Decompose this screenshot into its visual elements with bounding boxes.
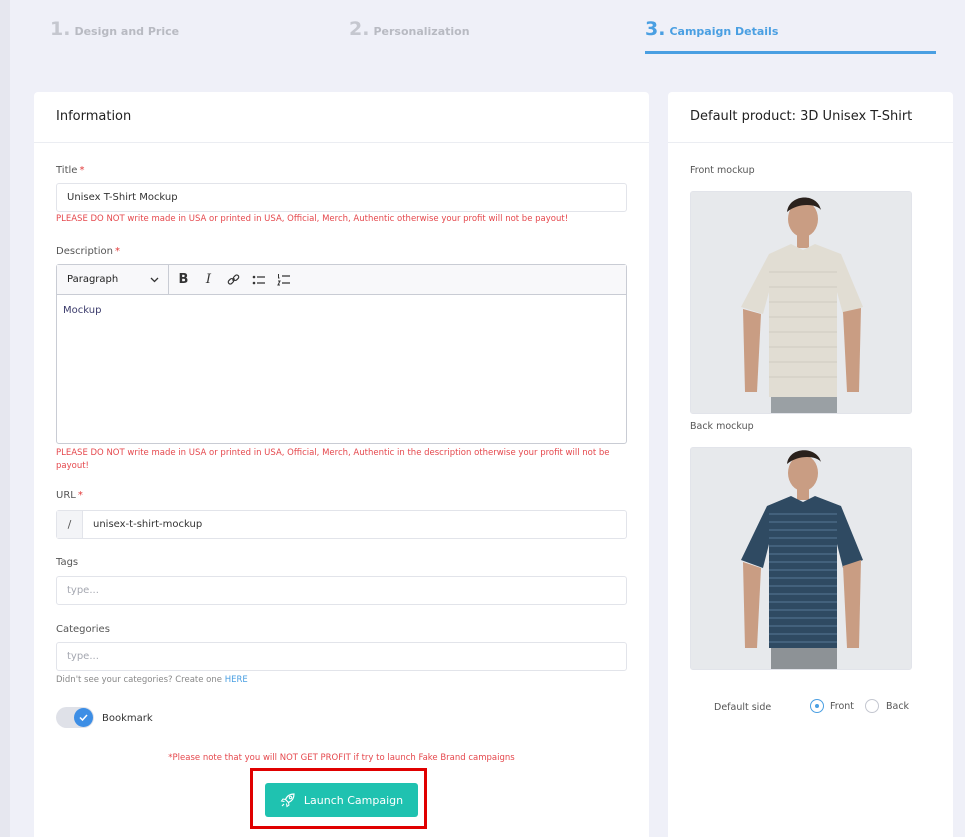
back-mockup-image[interactable] (690, 447, 912, 670)
launch-campaign-label: Launch Campaign (303, 793, 404, 807)
rocket-icon (280, 793, 295, 808)
information-header: Information (34, 92, 649, 143)
url-field: / unisex-t-shirt-mockup (56, 510, 627, 539)
paragraph-select[interactable]: Paragraph (57, 264, 169, 295)
numbered-list-icon[interactable] (271, 265, 296, 295)
categories-label: Categories (56, 624, 110, 635)
back-radio[interactable] (865, 699, 879, 713)
page-left-strip (0, 0, 10, 837)
italic-icon[interactable]: I (196, 265, 221, 295)
front-radio-label: Front (830, 701, 855, 712)
step-label: Personalization (373, 25, 470, 38)
step-label: Design and Price (74, 25, 180, 38)
bold-icon[interactable]: B (171, 265, 196, 295)
product-card: Default product: 3D Unisex T-Shirt Front… (668, 92, 953, 837)
paragraph-select-value: Paragraph (67, 274, 119, 285)
front-radio[interactable] (810, 699, 824, 713)
step-number: 2. (349, 18, 370, 40)
step-number: 1. (50, 18, 71, 40)
url-input[interactable]: unisex-t-shirt-mockup (83, 511, 212, 538)
chevron-down-icon (150, 277, 159, 282)
check-icon (74, 708, 93, 727)
description-warning: PLEASE DO NOT write made in USA or print… (56, 448, 610, 471)
bookmark-label: Bookmark (102, 713, 153, 724)
create-category-link[interactable]: HERE (225, 675, 248, 685)
description-text[interactable]: Mockup (57, 295, 626, 326)
front-mockup-image[interactable] (690, 191, 912, 414)
step-label: Campaign Details (669, 25, 779, 38)
title-warning: PLEASE DO NOT write made in USA or print… (56, 214, 569, 224)
bookmark-toggle[interactable] (56, 707, 94, 728)
url-prefix: / (57, 511, 83, 538)
editor-toolbar: Paragraph B I (57, 264, 626, 295)
back-radio-label: Back (886, 701, 910, 712)
bulleted-list-icon[interactable] (246, 265, 271, 295)
tags-label: Tags (56, 557, 79, 568)
progress-steps: 1. Design and Price 2. Personalization 3… (50, 18, 936, 58)
step-design-and-price[interactable]: 1. Design and Price (50, 18, 179, 54)
back-mockup-label: Back mockup (690, 421, 754, 432)
tags-input[interactable]: type... (56, 576, 627, 605)
launch-campaign-button[interactable]: Launch Campaign (265, 783, 418, 817)
title-label: Title * (56, 165, 85, 176)
categories-hint: Didn't see your categories? Create one H… (56, 675, 248, 685)
description-editor: Paragraph B I Mockup (56, 264, 627, 444)
step-campaign-details[interactable]: 3. Campaign Details (645, 18, 936, 54)
front-mockup-label: Front mockup (690, 165, 755, 176)
profit-note: *Please note that you will NOT GET PROFI… (168, 753, 515, 763)
information-card: Information Title * Unisex T-Shirt Mockup… (34, 92, 649, 837)
link-icon[interactable] (221, 265, 246, 295)
step-number: 3. (645, 18, 666, 40)
default-side-label: Default side (714, 702, 772, 713)
description-label: Description * (56, 246, 120, 257)
title-input[interactable]: Unisex T-Shirt Mockup (56, 183, 627, 212)
product-header: Default product: 3D Unisex T-Shirt (668, 92, 953, 143)
url-label: URL * (56, 490, 83, 501)
step-personalization[interactable]: 2. Personalization (349, 18, 470, 54)
categories-input[interactable]: type... (56, 642, 627, 671)
